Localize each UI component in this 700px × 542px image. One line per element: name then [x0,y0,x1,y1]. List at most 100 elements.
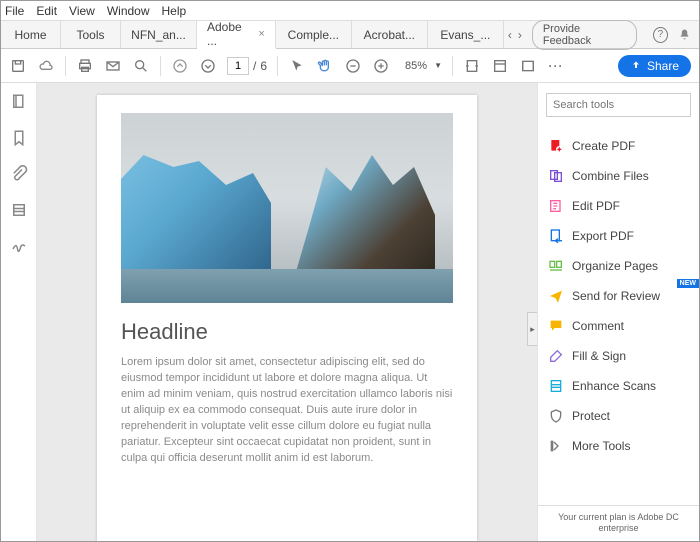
tool-label: Export PDF [572,229,634,243]
tab-label: Acrobat... [364,28,415,42]
tool-more[interactable]: More Tools [538,431,699,461]
print-icon[interactable] [76,57,94,75]
menu-bar: File Edit View Window Help [1,1,699,21]
protect-icon [548,408,564,424]
comment-icon [548,318,564,334]
page-total: 6 [260,59,267,73]
page-down-icon[interactable] [199,57,217,75]
tab-doc-3[interactable]: Acrobat... [352,21,428,48]
document-page: Headline Lorem ipsum dolor sit amet, con… [97,95,477,541]
tool-label: Protect [572,409,610,423]
tool-comment[interactable]: Comment [538,311,699,341]
tool-create[interactable]: Create PDF [538,131,699,161]
hand-tool-icon[interactable] [316,57,334,75]
menu-edit[interactable]: Edit [36,4,57,18]
search-tools-input[interactable] [546,93,691,117]
chevron-left-icon[interactable]: ‹ [508,28,512,42]
more-icon[interactable]: ··· [547,57,565,75]
tab-label: Evans_... [440,28,490,42]
share-icon [630,60,642,72]
fit-width-icon[interactable] [463,57,481,75]
fit-page-icon[interactable] [491,57,509,75]
tools-panel: Create PDF Combine Files Edit PDF Export PD… [537,83,699,541]
sign-icon [548,348,564,364]
chevron-right-icon[interactable]: › [518,28,522,42]
page-up-icon[interactable] [171,57,189,75]
tool-protect[interactable]: Protect [538,401,699,431]
menu-help[interactable]: Help [162,4,187,18]
thumbnails-icon[interactable] [10,93,28,111]
combine-icon [548,168,564,184]
tab-doc-2[interactable]: Comple... [276,21,352,48]
tool-label: Combine Files [572,169,649,183]
organize-icon [548,258,564,274]
tool-label: Comment [572,319,624,333]
tools-list: Create PDF Combine Files Edit PDF Export PD… [538,127,699,505]
provide-feedback-button[interactable]: Provide Feedback [532,20,637,50]
export-icon [548,228,564,244]
tool-sign[interactable]: Fill & Sign [538,341,699,371]
tab-label: Comple... [288,28,339,42]
tool-label: Organize Pages [572,259,658,273]
menu-file[interactable]: File [5,4,24,18]
tool-label: Send for Review [572,289,660,303]
share-button[interactable]: Share [618,55,691,77]
selection-tool-icon[interactable] [288,57,306,75]
plan-info: Your current plan is Adobe DC enterprise [538,505,699,541]
bookmarks-icon[interactable] [10,129,28,147]
document-headline: Headline [121,319,453,345]
tool-label: Create PDF [572,139,635,153]
save-icon[interactable] [9,57,27,75]
tab-label: Adobe ... [207,20,252,48]
help-icon[interactable]: ? [653,27,668,43]
collapse-panel-button[interactable]: ▸ [527,312,537,346]
tool-combine[interactable]: Combine Files [538,161,699,191]
edit-icon [548,198,564,214]
tool-label: Enhance Scans [572,379,656,393]
zoom-in-icon[interactable] [372,57,390,75]
tool-organize[interactable]: Organize Pages [538,251,699,281]
more-icon [548,438,564,454]
left-rail [1,83,37,541]
tool-label: Fill & Sign [572,349,626,363]
tab-nav: ‹ › [504,21,526,48]
tool-label: More Tools [572,439,630,453]
tab-doc-4[interactable]: Evans_... [428,21,504,48]
page-sep: / [253,59,256,73]
tool-export[interactable]: Export PDF [538,221,699,251]
page-current-input[interactable] [227,57,249,75]
signatures-icon[interactable] [10,237,28,255]
search-tools-wrap [546,93,691,117]
notifications-icon[interactable] [678,28,691,42]
create-icon [548,138,564,154]
tab-home[interactable]: Home [1,21,61,48]
menu-window[interactable]: Window [107,4,150,18]
main-area: Headline Lorem ipsum dolor sit amet, con… [1,83,699,541]
layers-icon[interactable] [10,201,28,219]
menu-view[interactable]: View [69,4,95,18]
tab-doc-1[interactable]: Adobe ... × [197,21,276,49]
send-icon [548,288,564,304]
zoom-select[interactable]: 85%▼ [400,58,442,74]
zoom-out-icon[interactable] [344,57,362,75]
tool-scan[interactable]: Enhance Scans [538,371,699,401]
tool-send[interactable]: Send for ReviewNEW [538,281,699,311]
close-icon[interactable]: × [258,28,264,40]
cloud-icon[interactable] [37,57,55,75]
scan-icon [548,378,564,394]
tool-edit[interactable]: Edit PDF [538,191,699,221]
attachments-icon[interactable] [10,165,28,183]
search-icon[interactable] [132,57,150,75]
tab-label: NFN_an... [131,28,186,42]
document-body: Lorem ipsum dolor sit amet, consectetur … [121,355,453,467]
page-indicator: / 6 [227,57,267,75]
mail-icon[interactable] [104,57,122,75]
toolbar: / 6 85%▼ ··· Share [1,49,699,83]
read-mode-icon[interactable] [519,57,537,75]
tool-label: Edit PDF [572,199,620,213]
tab-tools[interactable]: Tools [61,21,121,48]
chevron-down-icon: ▼ [434,61,442,70]
tab-doc-0[interactable]: NFN_an... [121,21,197,48]
document-area[interactable]: Headline Lorem ipsum dolor sit amet, con… [37,83,537,541]
document-image [121,113,453,303]
